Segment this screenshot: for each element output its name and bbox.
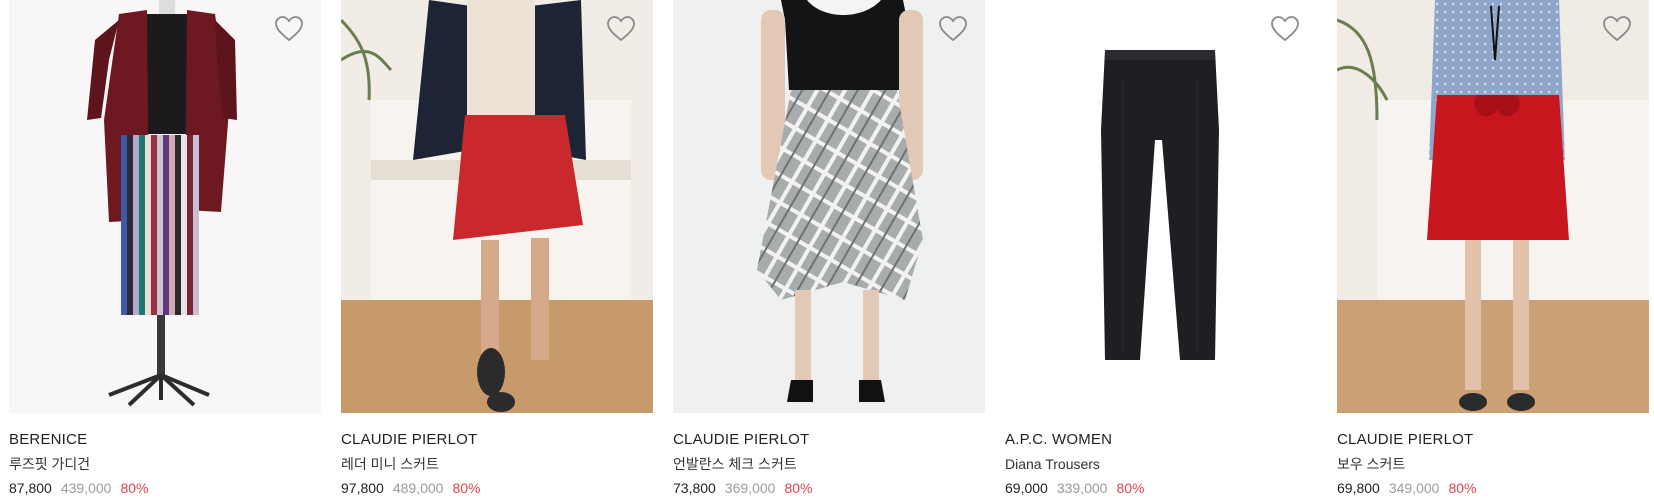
product-prices: 97,800 489,000 80% (341, 479, 653, 497)
product-photo-check-skirt (673, 0, 985, 413)
product-prices: 69,000 339,000 80% (1005, 479, 1317, 497)
product-name[interactable]: Diana Trousers (1005, 455, 1317, 473)
product-card[interactable]: CLAUDIE PIERLOT 언발란스 체크 스커트 73,800 369,00… (673, 0, 985, 497)
product-grid: BERENICE 루즈핏 가디건 87,800 439,000 80% CLAU… (0, 0, 1654, 504)
sale-price: 87,800 (9, 480, 52, 496)
sale-price: 69,000 (1005, 480, 1048, 496)
product-card[interactable]: BERENICE 루즈핏 가디건 87,800 439,000 80% (9, 0, 321, 497)
discount-rate: 80% (120, 480, 149, 496)
product-brand[interactable]: BERENICE (9, 431, 321, 449)
discount-rate: 80% (784, 480, 813, 496)
sale-price: 97,800 (341, 480, 384, 496)
product-brand[interactable]: CLAUDIE PIERLOT (673, 431, 985, 449)
original-price: 439,000 (60, 480, 112, 496)
product-name[interactable]: 루즈핏 가디건 (9, 455, 321, 473)
product-card[interactable]: A.P.C. WOMEN Diana Trousers 69,000 339,00… (1005, 0, 1317, 497)
wishlist-heart-icon[interactable] (275, 16, 303, 42)
product-photo-leather-skirt (341, 0, 653, 413)
discount-rate: 80% (452, 480, 481, 496)
discount-rate: 80% (1116, 480, 1145, 496)
product-image[interactable] (1337, 0, 1649, 413)
original-price: 349,000 (1388, 480, 1440, 496)
original-price: 339,000 (1056, 480, 1108, 496)
product-image[interactable] (673, 0, 985, 413)
product-card[interactable]: CLAUDIE PIERLOT 보우 스커트 69,800 349,000 80% (1337, 0, 1649, 497)
product-image[interactable] (341, 0, 653, 413)
wishlist-heart-icon[interactable] (607, 16, 635, 42)
discount-rate: 80% (1448, 480, 1477, 496)
product-photo-trousers (1005, 0, 1317, 413)
wishlist-heart-icon[interactable] (1603, 16, 1631, 42)
wishlist-heart-icon[interactable] (1271, 16, 1299, 42)
product-prices: 69,800 349,000 80% (1337, 479, 1649, 497)
original-price: 369,000 (724, 480, 776, 496)
product-photo-cardigan (9, 0, 321, 413)
product-photo-bow-skirt (1337, 0, 1649, 413)
wishlist-heart-icon[interactable] (939, 16, 967, 42)
product-image[interactable] (1005, 0, 1317, 413)
sale-price: 69,800 (1337, 480, 1380, 496)
product-image[interactable] (9, 0, 321, 413)
product-card[interactable]: CLAUDIE PIERLOT 레더 미니 스커트 97,800 489,000 8… (341, 0, 653, 497)
product-prices: 87,800 439,000 80% (9, 479, 321, 497)
product-brand[interactable]: CLAUDIE PIERLOT (341, 431, 653, 449)
product-name[interactable]: 언발란스 체크 스커트 (673, 455, 985, 473)
product-name[interactable]: 보우 스커트 (1337, 455, 1649, 473)
product-prices: 73,800 369,000 80% (673, 479, 985, 497)
original-price: 489,000 (392, 480, 444, 496)
product-name[interactable]: 레더 미니 스커트 (341, 455, 653, 473)
product-brand[interactable]: CLAUDIE PIERLOT (1337, 431, 1649, 449)
product-brand[interactable]: A.P.C. WOMEN (1005, 431, 1317, 449)
sale-price: 73,800 (673, 480, 716, 496)
